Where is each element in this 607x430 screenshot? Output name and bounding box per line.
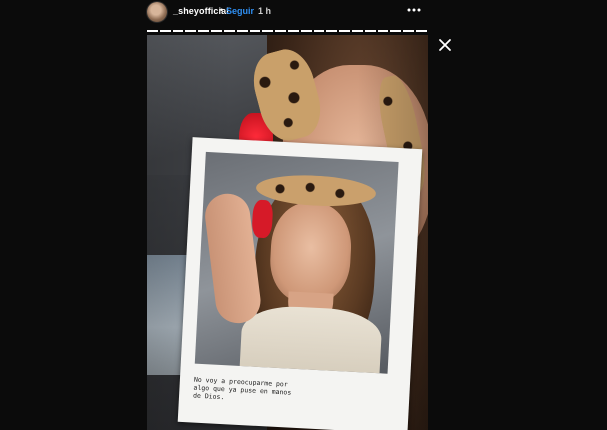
polaroid-frame: No voy a preocuparme por algo que ya pus…	[177, 137, 423, 430]
progress-segment	[185, 30, 197, 32]
separator-dot: •	[220, 5, 224, 15]
time-ago: 1 h	[258, 6, 272, 16]
follow-button[interactable]: Seguir	[226, 6, 254, 16]
progress-segment	[147, 30, 158, 32]
photo-face	[268, 200, 354, 305]
more-horizontal-icon	[407, 8, 421, 12]
story-header: _sheyofficial • Seguir 1 h	[146, 0, 428, 24]
progress-segment	[313, 30, 325, 32]
progress-segment	[287, 30, 299, 32]
progress-segment	[172, 30, 184, 32]
progress-segment	[211, 30, 222, 32]
progress-segment	[275, 30, 286, 32]
progress-segment	[339, 30, 350, 32]
progress-segment	[416, 30, 427, 32]
polaroid-caption: No voy a preocuparme por algo que ya pus…	[192, 375, 292, 402]
progress-segment	[159, 30, 171, 32]
progress-segment	[403, 30, 415, 32]
progress-segment	[249, 30, 261, 32]
close-button[interactable]	[437, 37, 453, 53]
progress-segment	[390, 30, 402, 32]
progress-segment	[377, 30, 389, 32]
story-viewer: _sheyofficial • Seguir 1 h No voy a preo…	[0, 0, 607, 430]
progress-segment	[352, 30, 363, 32]
progress-segment	[262, 30, 274, 32]
progress-segment	[326, 30, 338, 32]
progress-segment	[198, 30, 210, 32]
story-progress-bar	[147, 30, 427, 32]
progress-segment	[223, 30, 235, 32]
progress-segment	[300, 30, 312, 32]
progress-segment	[236, 30, 248, 32]
polaroid-photo	[194, 151, 399, 374]
close-icon	[439, 39, 451, 51]
avatar[interactable]	[147, 2, 167, 22]
progress-segment	[364, 30, 376, 32]
more-options-icon[interactable]	[406, 2, 422, 18]
